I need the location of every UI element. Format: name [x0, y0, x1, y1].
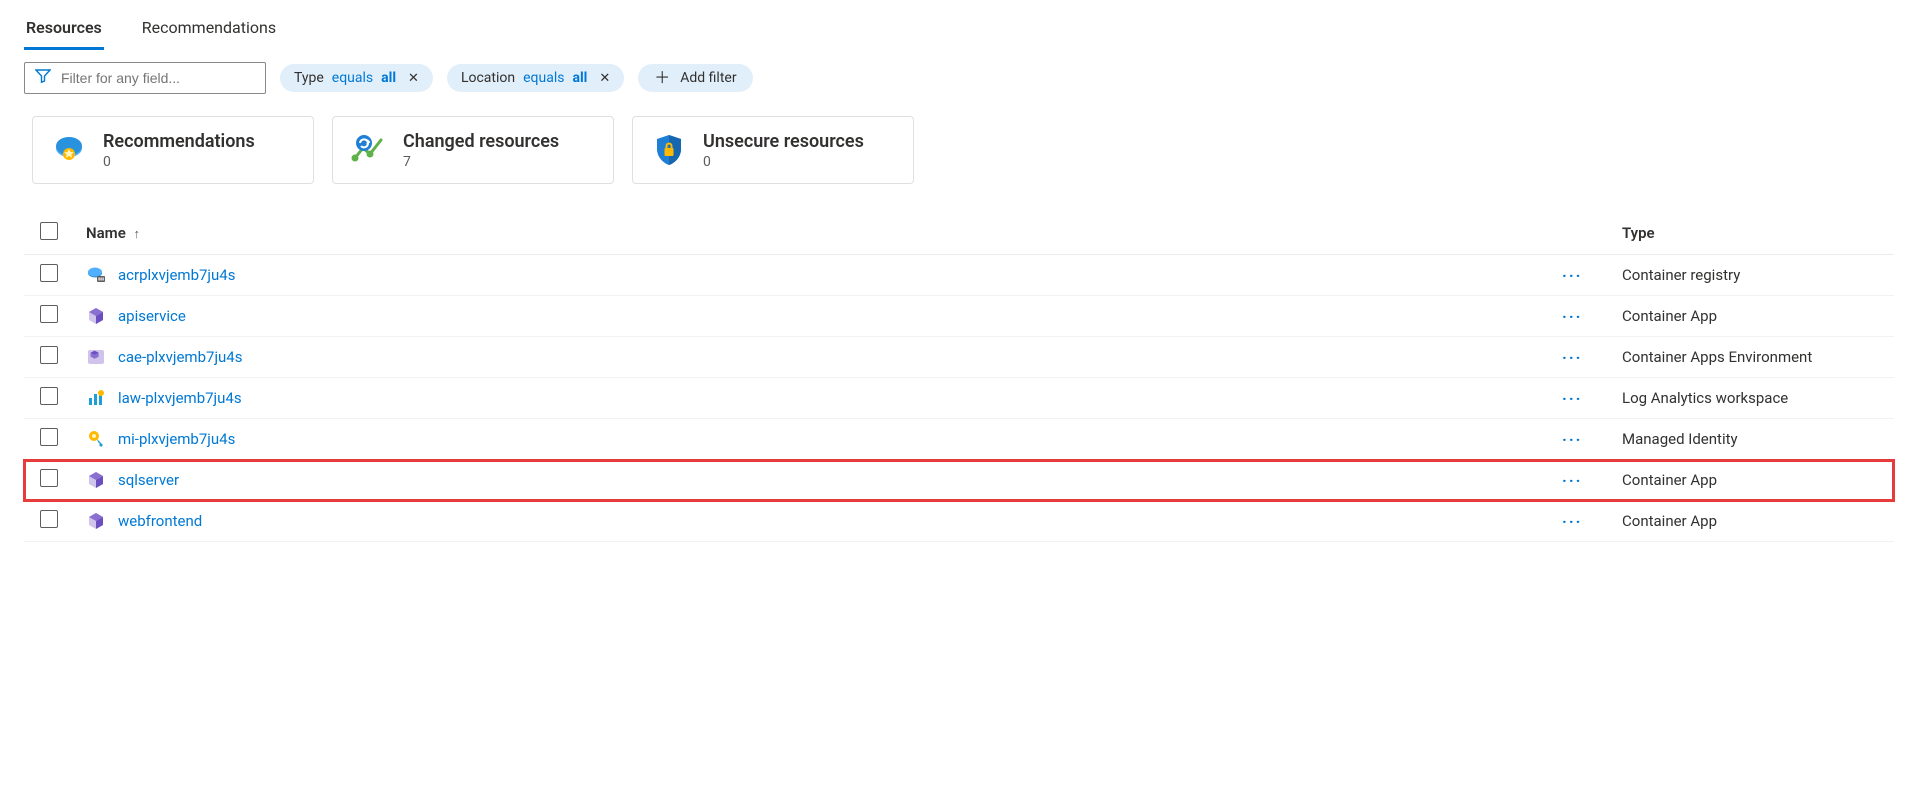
resource-link[interactable]: acrplxvjemb7ju4s	[118, 266, 235, 284]
pill-op: equals	[332, 70, 373, 86]
resource-type: Container registry	[1622, 266, 1740, 284]
card-changed-resources[interactable]: Changed resources 7	[332, 116, 614, 184]
tabs: Resources Recommendations	[24, 8, 1894, 50]
pill-value: all	[381, 70, 396, 86]
card-count: 7	[403, 154, 559, 170]
row-checkbox[interactable]	[40, 428, 58, 446]
resource-link[interactable]: webfrontend	[118, 512, 202, 530]
row-checkbox[interactable]	[40, 346, 58, 364]
more-actions-icon[interactable]: ···	[1562, 348, 1582, 367]
filter-pill-type[interactable]: Type equals all ✕	[280, 64, 433, 92]
card-count: 0	[703, 154, 864, 170]
pill-field: Type	[294, 70, 324, 86]
container-app-icon	[86, 306, 106, 326]
card-recommendations[interactable]: Recommendations 0	[32, 116, 314, 184]
log-analytics-icon	[86, 388, 106, 408]
row-checkbox[interactable]	[40, 510, 58, 528]
resource-type: Container App	[1622, 471, 1717, 489]
sort-ascending-icon: ↑	[130, 227, 141, 242]
more-actions-icon[interactable]: ···	[1562, 471, 1582, 490]
pill-value: all	[572, 70, 587, 86]
row-checkbox[interactable]	[40, 387, 58, 405]
card-title: Recommendations	[103, 131, 255, 152]
table-row: cae-plxvjemb7ju4s ··· Container Apps Env…	[24, 337, 1894, 378]
unsecure-resources-icon	[651, 132, 687, 168]
card-title: Changed resources	[403, 131, 559, 152]
more-actions-icon[interactable]: ···	[1562, 389, 1582, 408]
filter-input-wrapper[interactable]	[24, 62, 266, 94]
add-filter-label: Add filter	[680, 70, 736, 86]
filter-bar: Type equals all ✕ Location equals all ✕ …	[24, 62, 1894, 94]
more-actions-icon[interactable]: ···	[1562, 266, 1582, 285]
more-actions-icon[interactable]: ···	[1562, 512, 1582, 531]
container-app-icon	[86, 511, 106, 531]
table-row: mi-plxvjemb7ju4s ··· Managed Identity	[24, 419, 1894, 460]
filter-icon	[35, 68, 51, 88]
select-all-checkbox[interactable]	[40, 222, 58, 240]
column-actions	[1554, 212, 1614, 255]
column-type-label: Type	[1622, 224, 1655, 242]
column-type[interactable]: Type	[1614, 212, 1894, 255]
card-count: 0	[103, 154, 255, 170]
container-registry-icon	[86, 265, 106, 285]
tab-resources[interactable]: Resources	[24, 8, 104, 50]
card-title: Unsecure resources	[703, 131, 864, 152]
close-icon[interactable]: ✕	[408, 71, 419, 86]
tab-recommendations[interactable]: Recommendations	[140, 8, 278, 50]
resource-link[interactable]: mi-plxvjemb7ju4s	[118, 430, 235, 448]
summary-cards: Recommendations 0 Changed resources 7	[32, 116, 1894, 184]
card-unsecure-resources[interactable]: Unsecure resources 0	[632, 116, 914, 184]
resource-link[interactable]: apiservice	[118, 307, 186, 325]
table-row: webfrontend ··· Container App	[24, 501, 1894, 542]
resource-type: Container App	[1622, 512, 1717, 530]
plus-icon: ＋	[654, 70, 670, 86]
row-checkbox[interactable]	[40, 264, 58, 282]
filter-field-input[interactable]	[61, 70, 255, 86]
row-checkbox[interactable]	[40, 305, 58, 323]
table-header: Name ↑ Type	[24, 212, 1894, 255]
resources-table: Name ↑ Type acrplxvjemb7ju4s ··· Contain…	[24, 212, 1894, 542]
recommendations-icon	[51, 132, 87, 168]
resource-type: Managed Identity	[1622, 430, 1738, 448]
container-app-icon	[86, 470, 106, 490]
table-row: law-plxvjemb7ju4s ··· Log Analytics work…	[24, 378, 1894, 419]
more-actions-icon[interactable]: ···	[1562, 430, 1582, 449]
close-icon[interactable]: ✕	[599, 71, 610, 86]
resource-type: Container Apps Environment	[1622, 348, 1812, 366]
pill-field: Location	[461, 70, 515, 86]
pill-op: equals	[523, 70, 564, 86]
table-row: apiservice ··· Container App	[24, 296, 1894, 337]
resource-link[interactable]: law-plxvjemb7ju4s	[118, 389, 242, 407]
filter-pill-location[interactable]: Location equals all ✕	[447, 64, 624, 92]
resource-type: Log Analytics workspace	[1622, 389, 1788, 407]
managed-identity-icon	[86, 429, 106, 449]
changed-resources-icon	[351, 132, 387, 168]
column-name[interactable]: Name ↑	[78, 212, 1554, 255]
container-apps-env-icon	[86, 347, 106, 367]
resource-link[interactable]: cae-plxvjemb7ju4s	[118, 348, 242, 366]
table-row: sqlserver ··· Container App	[24, 460, 1894, 501]
resource-type: Container App	[1622, 307, 1717, 325]
column-checkbox	[24, 212, 78, 255]
row-checkbox[interactable]	[40, 469, 58, 487]
add-filter-button[interactable]: ＋ Add filter	[638, 64, 752, 92]
column-name-label: Name	[86, 224, 126, 242]
resource-link[interactable]: sqlserver	[118, 471, 179, 489]
more-actions-icon[interactable]: ···	[1562, 307, 1582, 326]
table-row: acrplxvjemb7ju4s ··· Container registry	[24, 255, 1894, 296]
